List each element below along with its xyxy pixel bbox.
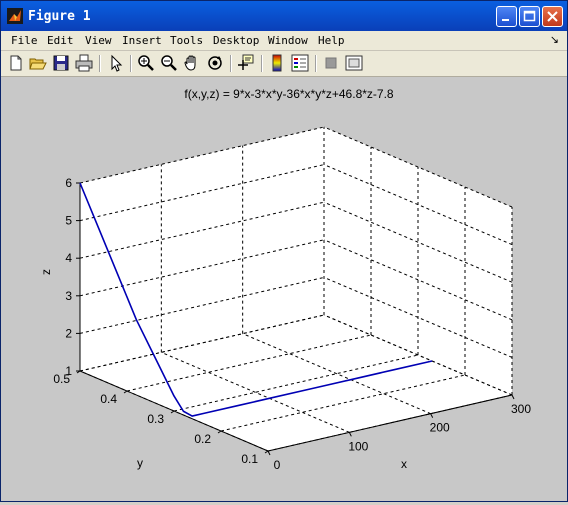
new-file-icon[interactable] [7,54,25,72]
figure-toolbar [1,51,567,77]
show-plot-tools-icon[interactable] [345,54,363,72]
legend-icon[interactable] [291,54,309,72]
rotate-3d-icon[interactable] [206,54,224,72]
z-tick-label: 3 [65,289,72,303]
y-tick [264,450,269,454]
menu-tools[interactable]: Tools [170,34,203,47]
plot-3d[interactable]: f(x,y,z) = 9*x-3*x*y-36*x*y*z+46.8*z-7.8… [1,77,567,501]
close-icon [547,11,558,22]
x-tick [267,450,271,456]
minimize-icon [502,19,509,21]
z-tick-label: 5 [65,214,72,228]
toolbar-separator [230,55,232,72]
z-tick-label: 1 [65,364,72,378]
zoom-in-icon[interactable] [137,54,155,72]
y-tick-label: 0.1 [241,452,258,466]
save-icon[interactable] [52,54,70,72]
z-tick-label: 2 [65,326,72,340]
figure-window: Figure 1 File Edit View Insert Tools Des… [0,0,568,502]
figure-canvas: f(x,y,z) = 9*x-3*x*y-36*x*y*z+46.8*z-7.8… [1,77,567,501]
menu-window[interactable]: Window [268,34,308,47]
maximize-icon [523,10,536,22]
y-axis-label: y [137,456,143,470]
toolbar-separator [130,55,132,72]
x-tick-label: 100 [348,439,368,453]
zoom-out-icon[interactable] [160,54,178,72]
y-tick [217,430,222,434]
x-axis-label: x [401,457,407,471]
menu-file[interactable]: File [11,34,38,47]
menu-bar: File Edit View Insert Tools Desktop Wind… [1,31,567,51]
hide-plot-tools-icon[interactable] [322,54,340,72]
x-tick [511,394,515,400]
y-tick-label: 0.4 [100,392,117,406]
z-axis-label: z [39,269,53,275]
pan-hand-icon[interactable] [183,54,201,72]
toolbar-separator [261,55,263,72]
matlab-logo-icon [7,8,23,24]
menu-insert[interactable]: Insert [122,34,162,47]
colorbar-icon[interactable] [268,54,286,72]
toolbar-separator [99,55,101,72]
z-tick-label: 4 [65,251,72,265]
axes-3d: 01002003000.10.20.30.40.5123456xyz [39,126,531,472]
open-folder-icon[interactable] [29,54,47,72]
close-button[interactable] [542,6,563,27]
menu-edit[interactable]: Edit [47,34,74,47]
menu-desktop[interactable]: Desktop [213,34,259,47]
x-tick [348,432,352,437]
title-bar[interactable]: Figure 1 [1,1,567,31]
x-tick [430,413,434,418]
data-cursor-icon[interactable] [237,54,255,72]
x-tick-label: 300 [511,402,531,416]
menu-view[interactable]: View [85,34,112,47]
menu-overflow-arrow[interactable]: ↘ [550,33,559,46]
y-tick-label: 0.2 [194,432,211,446]
menu-help[interactable]: Help [318,34,345,47]
minimize-button[interactable] [496,6,517,27]
y-tick-label: 0.3 [147,412,164,426]
chart-title: f(x,y,z) = 9*x-3*x*y-36*x*y*z+46.8*z-7.8 [184,87,394,101]
pointer-icon[interactable] [107,54,125,72]
y-tick [123,390,128,394]
window-title: Figure 1 [28,9,91,24]
maximize-button[interactable] [519,6,540,27]
toolbar-separator [315,55,317,72]
y-tick [170,410,175,414]
x-tick-label: 200 [430,421,450,435]
print-icon[interactable] [75,54,93,72]
z-tick-label: 6 [65,176,72,190]
x-tick-label: 0 [274,458,281,472]
